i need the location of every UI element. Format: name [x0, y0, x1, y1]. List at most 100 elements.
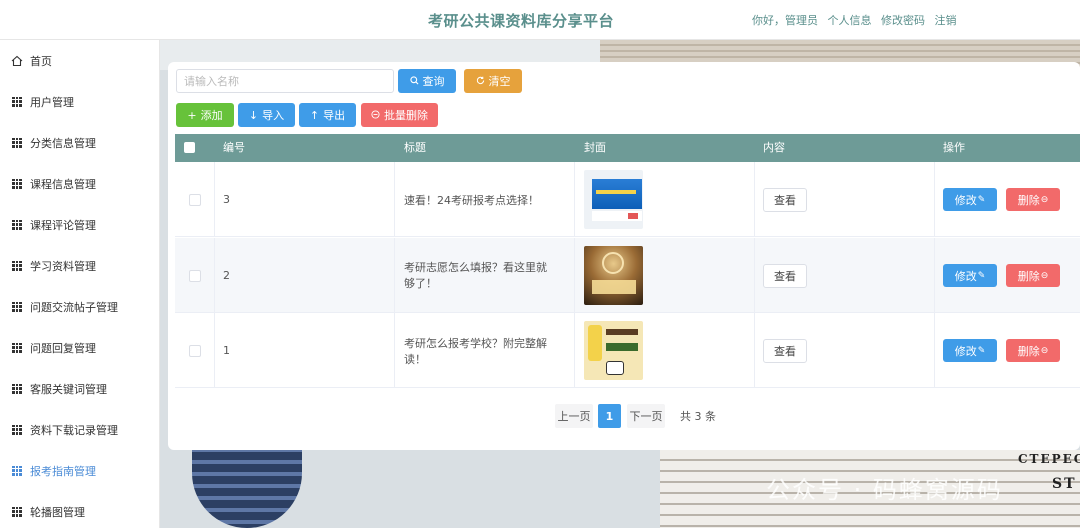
sidebar-item-categories[interactable]: 分类信息管理 — [0, 122, 159, 163]
plus-icon: + — [187, 108, 197, 122]
sidebar-item-carousel[interactable]: 轮播图管理 — [0, 491, 159, 528]
clear-button[interactable]: 清空 — [464, 69, 522, 93]
grid-icon — [10, 382, 24, 396]
sidebar-item-home[interactable]: 首页 — [0, 40, 159, 81]
export-button[interactable]: ↑ 导出 — [299, 103, 356, 127]
edit-button[interactable]: 修改 ✎ — [943, 188, 997, 211]
sidebar-item-materials[interactable]: 学习资料管理 — [0, 245, 159, 286]
sidebar-item-label: 用户管理 — [30, 95, 74, 109]
watermark-text: 公众号 · 码蜂窝源码 — [766, 476, 1003, 504]
row-title: 考研志愿怎么填报？看这里就够了！ — [395, 238, 575, 313]
edit-icon: ✎ — [977, 345, 986, 356]
sidebar-item-courses[interactable]: 课程信息管理 — [0, 163, 159, 204]
row-content-cell: 查看 — [755, 238, 935, 313]
delete-label: 删除 — [1017, 344, 1040, 358]
row-checkbox[interactable] — [188, 344, 201, 357]
edit-label: 修改 — [954, 269, 977, 283]
book-spine-text-2: ST — [1052, 476, 1077, 492]
query-label: 查询 — [422, 75, 445, 88]
arrow-down-icon: ↓ — [248, 108, 259, 122]
select-all-checkbox[interactable] — [184, 142, 195, 153]
sidebar-item-replies[interactable]: 问题回复管理 — [0, 327, 159, 368]
sidebar-item-forum-posts[interactable]: 问题交流帖子管理 — [0, 286, 159, 327]
import-label: 导入 — [262, 109, 285, 122]
batch-delete-button[interactable]: 批量删除 — [361, 103, 438, 127]
delete-button[interactable]: 删除 ⊖ — [1006, 188, 1060, 211]
add-label: 添加 — [200, 109, 223, 122]
row-cover-cell — [575, 313, 755, 388]
delete-button[interactable]: 删除 ⊖ — [1006, 339, 1060, 362]
export-label: 导出 — [323, 109, 346, 122]
search-input[interactable]: 请输入名称 — [176, 69, 394, 93]
current-page-button[interactable]: 1 — [598, 404, 621, 428]
column-header-content[interactable]: 内容 — [763, 134, 785, 162]
clear-label: 清空 — [488, 75, 511, 88]
cover-image — [584, 246, 643, 305]
row-checkbox[interactable] — [188, 193, 201, 206]
column-header-title[interactable]: 标题 — [404, 134, 426, 162]
view-content-button[interactable]: 查看 — [763, 338, 807, 363]
row-id: 2 — [215, 238, 395, 313]
search-icon — [409, 75, 419, 88]
column-header-id[interactable]: 编号 — [223, 134, 245, 162]
row-select-cell — [175, 162, 215, 237]
sidebar-item-users[interactable]: 用户管理 — [0, 81, 159, 122]
sidebar-item-download-records[interactable]: 资料下载记录管理 — [0, 409, 159, 450]
sidebar-item-label: 分类信息管理 — [30, 136, 96, 150]
logout-link[interactable]: 注销 — [935, 14, 957, 27]
sidebar-item-exam-guide[interactable]: 报考指南管理 — [0, 450, 159, 491]
profile-link[interactable]: 个人信息 — [828, 14, 872, 27]
select-all-cell — [175, 134, 215, 162]
edit-button[interactable]: 修改 ✎ — [943, 264, 997, 287]
cover-image — [584, 321, 643, 380]
edit-icon: ✎ — [977, 270, 986, 281]
background-bulb — [192, 440, 302, 528]
edit-button[interactable]: 修改 ✎ — [943, 339, 997, 362]
column-header-actions[interactable]: 操作 — [943, 134, 965, 162]
view-content-button[interactable]: 查看 — [763, 263, 807, 288]
grid-icon — [10, 341, 24, 355]
row-title: 考研怎么报考学校？附完整解读！ — [395, 313, 575, 388]
view-content-button[interactable]: 查看 — [763, 187, 807, 212]
grid-icon — [10, 136, 24, 150]
row-select-cell — [175, 313, 215, 388]
change-password-link[interactable]: 修改密码 — [881, 14, 925, 27]
sidebar-item-label: 报考指南管理 — [30, 464, 96, 478]
add-button[interactable]: + 添加 — [176, 103, 234, 127]
row-cover-cell — [575, 162, 755, 237]
import-button[interactable]: ↓ 导入 — [238, 103, 295, 127]
table-row: 1 考研怎么报考学校？附完整解读！ 查看 修改 ✎ 删除 ⊖ — [175, 313, 1080, 388]
grid-icon — [10, 505, 24, 519]
sidebar-item-label: 课程信息管理 — [30, 177, 96, 191]
row-id: 3 — [215, 162, 395, 237]
greeting-text: 你好，管理员 — [752, 14, 818, 27]
grid-icon — [10, 177, 24, 191]
cover-image — [584, 170, 643, 229]
row-title: 速看！24考研报考点选择！ — [395, 162, 575, 237]
sidebar-item-label: 资料下载记录管理 — [30, 423, 118, 437]
refresh-icon — [476, 75, 485, 88]
minus-circle-icon: ⊖ — [1040, 194, 1049, 205]
table-row: 2 考研志愿怎么填报？看这里就够了！ 查看 修改 ✎ 删除 ⊖ — [175, 238, 1080, 313]
row-actions-cell: 修改 ✎ 删除 ⊖ — [935, 313, 1080, 388]
next-page-button[interactable]: 下一页 — [627, 404, 665, 428]
row-content-cell: 查看 — [755, 162, 935, 237]
book-spine-text: CTEPEO — [1018, 452, 1080, 466]
delete-label: 删除 — [1017, 269, 1040, 283]
query-button[interactable]: 查询 — [398, 69, 456, 93]
row-checkbox[interactable] — [188, 269, 201, 282]
prev-page-button[interactable]: 上一页 — [555, 404, 593, 428]
grid-icon — [10, 423, 24, 437]
delete-button[interactable]: 删除 ⊖ — [1006, 264, 1060, 287]
app-title: 考研公共课资料库分享平台 — [428, 12, 615, 30]
sidebar-item-course-comments[interactable]: 课程评论管理 — [0, 204, 159, 245]
sidebar-item-label: 客服关键词管理 — [30, 382, 107, 396]
user-area: 你好，管理员 个人信息 修改密码 注销 — [752, 12, 963, 28]
column-header-cover[interactable]: 封面 — [584, 134, 606, 162]
sidebar-item-keywords[interactable]: 客服关键词管理 — [0, 368, 159, 409]
grid-icon — [10, 218, 24, 232]
grid-icon — [10, 464, 24, 478]
grid-icon — [10, 300, 24, 314]
row-actions-cell: 修改 ✎ 删除 ⊖ — [935, 162, 1080, 237]
batch-delete-label: 批量删除 — [384, 109, 428, 122]
